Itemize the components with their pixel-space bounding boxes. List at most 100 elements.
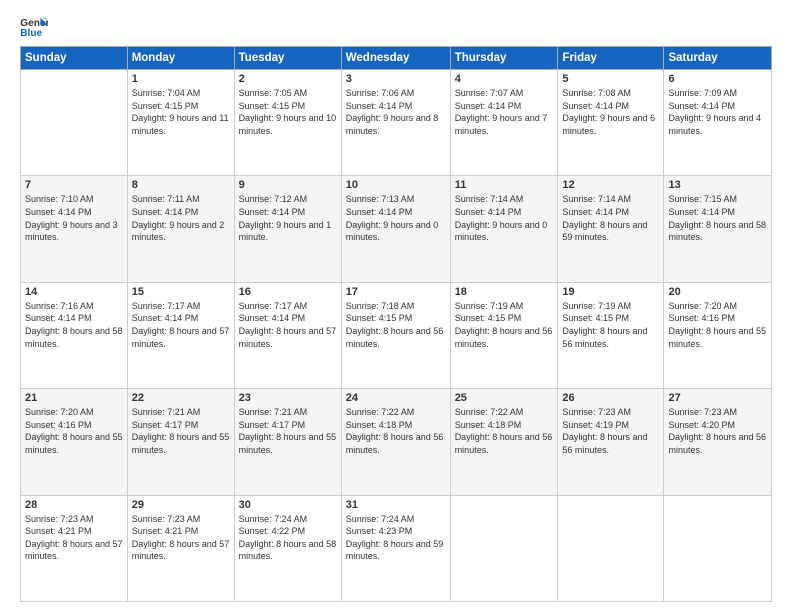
sunset-text: Sunset: 4:14 PM <box>562 207 629 217</box>
weekday-header-sunday: Sunday <box>21 47 128 70</box>
day-number: 5 <box>562 73 659 85</box>
day-number: 11 <box>455 179 554 191</box>
daylight-text: Daylight: 8 hours and 59 minutes. <box>346 539 444 562</box>
calendar-cell: 13 Sunrise: 7:15 AMSunset: 4:14 PMDayligh… <box>664 176 772 282</box>
sunset-text: Sunset: 4:14 PM <box>239 313 306 323</box>
sunset-text: Sunset: 4:14 PM <box>668 207 735 217</box>
sunset-text: Sunset: 4:14 PM <box>346 101 413 111</box>
sunset-text: Sunset: 4:14 PM <box>132 313 199 323</box>
daylight-text: Daylight: 8 hours and 59 minutes. <box>562 220 647 243</box>
day-number: 31 <box>346 499 446 511</box>
calendar-cell <box>664 495 772 601</box>
weekday-header-friday: Friday <box>558 47 664 70</box>
calendar-cell <box>558 495 664 601</box>
calendar-cell: 23 Sunrise: 7:21 AMSunset: 4:17 PMDayligh… <box>234 389 341 495</box>
daylight-text: Daylight: 8 hours and 56 minutes. <box>668 432 766 455</box>
sunrise-text: Sunrise: 7:06 AM <box>346 88 415 98</box>
daylight-text: Daylight: 9 hours and 4 minutes. <box>668 113 761 136</box>
day-detail: Sunrise: 7:15 AMSunset: 4:14 PMDaylight:… <box>668 193 767 243</box>
weekday-header-monday: Monday <box>127 47 234 70</box>
sunset-text: Sunset: 4:21 PM <box>132 526 199 536</box>
day-number: 15 <box>132 286 230 298</box>
calendar-cell: 5Sunrise: 7:08 AMSunset: 4:14 PMDaylight… <box>558 70 664 176</box>
calendar-week-row: 7 Sunrise: 7:10 AM Sunset: 4:14 PM Daylight… <box>21 176 772 282</box>
day-detail: Sunrise: 7:06 AMSunset: 4:14 PMDaylight:… <box>346 87 446 137</box>
daylight-text: Daylight: 8 hours and 57 minutes. <box>25 539 123 562</box>
sunrise-text: Sunrise: 7:13 AM <box>346 194 415 204</box>
sunrise-text: Sunrise: 7:23 AM <box>25 514 94 524</box>
day-detail: Sunrise: 7:13 AMSunset: 4:14 PMDaylight:… <box>346 193 446 243</box>
calendar-cell: 19Sunrise: 7:19 AMSunset: 4:15 PMDayligh… <box>558 282 664 388</box>
sunrise-text: Sunrise: 7:23 AM <box>562 407 631 417</box>
day-detail: Sunrise: 7:14 AMSunset: 4:14 PMDaylight:… <box>455 193 554 243</box>
daylight-text: Daylight: 8 hours and 56 minutes. <box>562 432 647 455</box>
day-number: 13 <box>668 179 767 191</box>
day-detail: Sunrise: 7:23 AMSunset: 4:20 PMDaylight:… <box>668 406 767 456</box>
day-detail: Sunrise: 7:14 AMSunset: 4:14 PMDaylight:… <box>562 193 659 243</box>
sunrise-text: Sunrise: 7:24 AM <box>239 514 308 524</box>
day-number: 16 <box>239 286 337 298</box>
calendar-cell: 29Sunrise: 7:23 AMSunset: 4:21 PMDayligh… <box>127 495 234 601</box>
page-header: General Blue <box>20 16 772 38</box>
day-number: 3 <box>346 73 446 85</box>
sunset-text: Sunset: 4:14 PM <box>239 207 306 217</box>
daylight-text: Daylight: 8 hours and 58 minutes. <box>25 326 123 349</box>
calendar-cell: 8Sunrise: 7:11 AMSunset: 4:14 PMDaylight… <box>127 176 234 282</box>
sunrise-text: Sunrise: 7:22 AM <box>346 407 415 417</box>
day-detail: Sunrise: 7:22 AMSunset: 4:18 PMDaylight:… <box>346 406 446 456</box>
calendar-cell <box>450 495 558 601</box>
sunrise-text: Sunrise: 7:16 AM <box>25 301 94 311</box>
sunset-text: Sunset: 4:23 PM <box>346 526 413 536</box>
day-detail: Sunrise: 7:21 AMSunset: 4:17 PMDaylight:… <box>239 406 337 456</box>
day-number: 7 <box>25 179 123 191</box>
day-detail: Sunrise: 7:16 AMSunset: 4:14 PMDaylight:… <box>25 300 123 350</box>
day-number: 22 <box>132 392 230 404</box>
day-detail: Sunrise: 7:23 AM Sunset: 4:21 PM Daylight:… <box>25 513 123 563</box>
day-number: 1 <box>132 73 230 85</box>
weekday-header-thursday: Thursday <box>450 47 558 70</box>
sunset-text: Sunset: 4:17 PM <box>132 420 199 430</box>
sunset-text: Sunset: 4:15 PM <box>455 313 522 323</box>
sunset-text: Sunset: 4:15 PM <box>562 313 629 323</box>
sunrise-text: Sunrise: 7:17 AM <box>239 301 308 311</box>
day-detail: Sunrise: 7:05 AMSunset: 4:15 PMDaylight:… <box>239 87 337 137</box>
sunset-text: Sunset: 4:14 PM <box>132 207 199 217</box>
daylight-text: Daylight: 9 hours and 11 minutes. <box>132 113 229 136</box>
calendar-cell: 17Sunrise: 7:18 AMSunset: 4:15 PMDayligh… <box>341 282 450 388</box>
day-number: 25 <box>455 392 554 404</box>
day-number: 18 <box>455 286 554 298</box>
day-detail: Sunrise: 7:12 AMSunset: 4:14 PMDaylight:… <box>239 193 337 243</box>
calendar-cell: 20Sunrise: 7:20 AMSunset: 4:16 PMDayligh… <box>664 282 772 388</box>
sunrise-text: Sunrise: 7:21 AM <box>239 407 308 417</box>
sunrise-text: Sunrise: 7:10 AM <box>25 194 94 204</box>
weekday-header-saturday: Saturday <box>664 47 772 70</box>
daylight-text: Daylight: 8 hours and 56 minutes. <box>455 432 553 455</box>
day-number: 23 <box>239 392 337 404</box>
sunrise-text: Sunrise: 7:20 AM <box>25 407 94 417</box>
calendar-cell: 6Sunrise: 7:09 AMSunset: 4:14 PMDaylight… <box>664 70 772 176</box>
sunrise-text: Sunrise: 7:23 AM <box>668 407 737 417</box>
sunset-text: Sunset: 4:14 PM <box>25 207 92 217</box>
daylight-text: Daylight: 8 hours and 57 minutes. <box>239 326 337 349</box>
day-detail: Sunrise: 7:21 AMSunset: 4:17 PMDaylight:… <box>132 406 230 456</box>
day-number: 21 <box>25 392 123 404</box>
daylight-text: Daylight: 8 hours and 55 minutes. <box>132 432 230 455</box>
sunrise-text: Sunrise: 7:09 AM <box>668 88 737 98</box>
sunrise-text: Sunrise: 7:08 AM <box>562 88 631 98</box>
calendar-week-row: 14Sunrise: 7:16 AMSunset: 4:14 PMDayligh… <box>21 282 772 388</box>
svg-text:Blue: Blue <box>20 28 42 38</box>
calendar-cell: 15Sunrise: 7:17 AMSunset: 4:14 PMDayligh… <box>127 282 234 388</box>
calendar-cell: 3Sunrise: 7:06 AMSunset: 4:14 PMDaylight… <box>341 70 450 176</box>
calendar-cell: 21Sunrise: 7:20 AMSunset: 4:16 PMDayligh… <box>21 389 128 495</box>
sunset-text: Sunset: 4:21 PM <box>25 526 92 536</box>
daylight-text: Daylight: 9 hours and 10 minutes. <box>239 113 337 136</box>
daylight-text: Daylight: 8 hours and 56 minutes. <box>455 326 553 349</box>
day-number: 14 <box>25 286 123 298</box>
day-number: 4 <box>455 73 554 85</box>
daylight-text: Daylight: 9 hours and 7 minutes. <box>455 113 548 136</box>
sunset-text: Sunset: 4:14 PM <box>455 207 522 217</box>
day-detail: Sunrise: 7:10 AM Sunset: 4:14 PM Daylight:… <box>25 193 123 243</box>
daylight-text: Daylight: 9 hours and 3 minutes. <box>25 220 118 243</box>
sunset-text: Sunset: 4:14 PM <box>668 101 735 111</box>
sunrise-text: Sunrise: 7:17 AM <box>132 301 201 311</box>
